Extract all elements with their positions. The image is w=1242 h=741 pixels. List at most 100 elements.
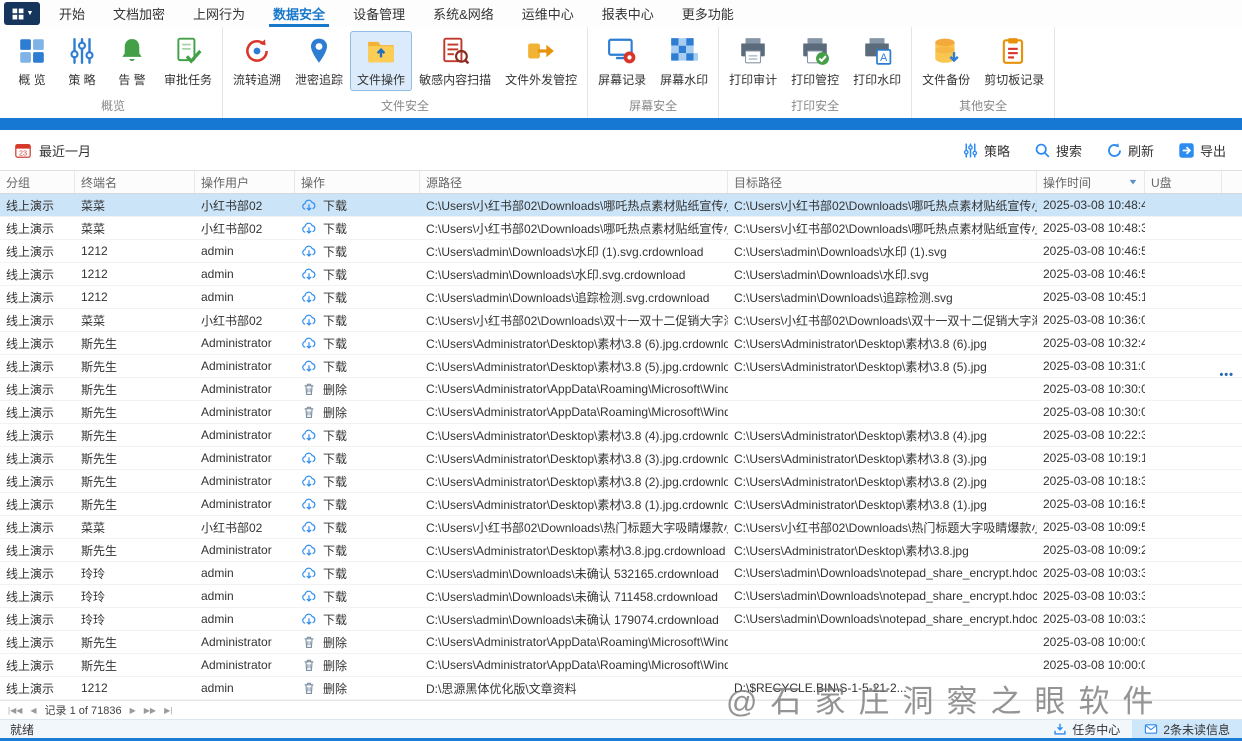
column-header-7[interactable]: U盘 [1145,171,1222,193]
status-ready-label: 就绪 [10,722,35,737]
filter-action-policy[interactable]: 策略 [962,141,1010,160]
table-row[interactable]: 线上演示 斯先生 Administrator 下载 C:\Users\Administr… [0,332,1242,355]
cell-operation: 下载 [295,516,420,538]
ribbon-button-screen-record[interactable]: 屏幕记录 [591,31,653,91]
ribbon-button-approval-tasks[interactable]: 审批任务 [157,31,219,91]
table-row[interactable]: 线上演示 斯先生 Administrator 删除 C:\Users\Administr… [0,654,1242,677]
ribbon-button-outgoing-control[interactable]: 文件外发管控 [498,31,584,91]
table-row[interactable]: 线上演示 玲玲 admin 下载 C:\Users\admin\Downloads\未确… [0,562,1242,585]
tab-web-behavior[interactable]: 上网行为 [179,0,259,27]
column-header-0[interactable]: 分组 [0,171,75,193]
table-row[interactable]: 线上演示 斯先生 Administrator 下载 C:\Users\Administr… [0,424,1242,447]
ribbon-button-file-backup[interactable]: 文件备份 [915,31,977,91]
cell-group: 线上演示 [6,336,55,351]
cell-operation: 删除 [295,378,420,400]
cell-user: 小红书部02 [201,221,263,236]
ribbon-tab-bar: ▼ 开始 文档加密 上网行为 数据安全 设备管理 系统&网络 运维中心 报表中心 更多功能 [0,0,1242,27]
table-row[interactable]: 线上演示 斯先生 Administrator 删除 C:\Users\Administr… [0,378,1242,401]
ribbon-button-flow-trace[interactable]: 流转追溯 [226,31,288,91]
cell-user: Administrator [201,428,272,442]
filter-action-label: 搜索 [1055,143,1082,159]
operation-label: 下载 [323,428,348,443]
download-icon [301,289,317,305]
cell-user: Administrator [201,359,272,373]
task-center-button[interactable]: 任务中心 [1041,720,1132,738]
ribbon-button-sensitive-scan[interactable]: 敏感内容扫描 [412,31,498,91]
column-header-6[interactable]: 操作时间 [1037,171,1145,193]
table-row[interactable]: 线上演示 玲玲 admin 下载 C:\Users\admin\Downloads\未确… [0,608,1242,631]
cell-usb [1145,608,1222,630]
cell-time: 2025-03-08 10:03:30 [1043,612,1145,626]
table-row[interactable]: 线上演示 1212 admin 下载 C:\Users\admin\Downloads\… [0,263,1242,286]
pager-last-button[interactable]: ▶▶ [144,706,156,715]
pager-prev-button[interactable]: ◀ [30,706,36,715]
ribbon-button-policy[interactable]: 策 略 [57,31,107,91]
cell-group: 线上演示 [6,612,55,627]
app-menu-button[interactable]: ▼ [4,2,40,25]
table-row[interactable]: 线上演示 玲玲 admin 下载 C:\Users\admin\Downloads\未确… [0,585,1242,608]
table-row[interactable]: 线上演示 斯先生 Administrator 下载 C:\Users\Administr… [0,493,1242,516]
ribbon-button-overview[interactable]: 概 览 [7,31,57,91]
pager-first-button[interactable]: |◀◀ [8,706,22,715]
table-row[interactable]: 线上演示 菜菜 小红书部02 下载 C:\Users\小红书部02\Downloads\… [0,516,1242,539]
tab-start[interactable]: 开始 [45,0,99,27]
cell-src: C:\Users\admin\Downloads\未确认 179074.crdo… [426,612,719,627]
table-row[interactable]: 线上演示 斯先生 Administrator 下载 C:\Users\Administr… [0,355,1242,378]
column-header-1[interactable]: 终端名 [75,171,195,193]
table-row[interactable]: 线上演示 斯先生 Administrator 下载 C:\Users\Administr… [0,447,1242,470]
ribbon-button-print-audit[interactable]: 打印审计 [722,31,784,91]
column-header-2[interactable]: 操作用户 [195,171,295,193]
tab-ops-center[interactable]: 运维中心 [508,0,588,27]
row-more-button[interactable]: ••• [1219,369,1234,381]
tab-more-features[interactable]: 更多功能 [668,0,748,27]
cell-user: Administrator [201,474,272,488]
cell-usb [1145,286,1222,308]
time-filter-icon[interactable] [1128,177,1138,187]
table-row[interactable]: 线上演示 菜菜 小红书部02 下载 C:\Users\小红书部02\Downloads\… [0,309,1242,332]
filter-action-export[interactable]: 导出 [1178,141,1226,160]
folder-icon [366,36,396,66]
cell-src: C:\Users\小红书部02\Downloads\哪吒热点素材贴纸宣传小红书封… [426,198,728,213]
cell-dst: C:\Users\admin\Downloads\追踪检测.svg [734,290,953,305]
table-row[interactable]: 线上演示 菜菜 小红书部02 下载 C:\Users\小红书部02\Downloads\… [0,217,1242,240]
pager-end-button[interactable]: ▶| [164,706,172,715]
column-header-5[interactable]: 目标路径 [728,171,1037,193]
tab-doc-encrypt[interactable]: 文档加密 [99,0,179,27]
cell-usb [1145,470,1222,492]
ribbon-button-clipboard-record[interactable]: 剪切板记录 [977,31,1051,91]
tab-device-mgmt[interactable]: 设备管理 [339,0,419,27]
grid-icon [17,36,47,66]
operation-label: 下载 [323,359,348,374]
pager-next-button[interactable]: ▶ [130,706,136,715]
cell-dst: C:\Users\Administrator\Desktop\素材\3.8 (2… [734,474,987,489]
table-row[interactable]: 线上演示 1212 admin 删除 D:\思源黑体优化版\文章资料 D:\$RECYCL… [0,677,1242,700]
unread-messages-button[interactable]: 2条未读信息 [1132,720,1242,738]
tab-system-network[interactable]: 系统&网络 [419,0,508,27]
date-range-filter[interactable]: 23 最近一月 [14,141,91,160]
table-row[interactable]: 线上演示 1212 admin 下载 C:\Users\admin\Downloads\… [0,240,1242,263]
table-row[interactable]: 线上演示 菜菜 小红书部02 下载 C:\Users\小红书部02\Downloads\… [0,194,1242,217]
ribbon-button-screen-watermark[interactable]: 屏幕水印 [653,31,715,91]
column-header-4[interactable]: 源路径 [420,171,728,193]
table-row[interactable]: 线上演示 斯先生 Administrator 下载 C:\Users\Administr… [0,539,1242,562]
ribbon-button-alerts[interactable]: 告 警 [107,31,157,91]
table-row[interactable]: 线上演示 斯先生 Administrator 下载 C:\Users\Administr… [0,470,1242,493]
table-row[interactable]: 线上演示 1212 admin 下载 C:\Users\admin\Downloads\… [0,286,1242,309]
column-header-3[interactable]: 操作 [295,171,420,193]
cell-src: C:\Users\admin\Downloads\追踪检测.svg.crdown… [426,290,710,305]
ribbon-button-print-watermark[interactable]: A 打印水印 [846,31,908,91]
tab-report-center[interactable]: 报表中心 [588,0,668,27]
filter-action-refresh[interactable]: 刷新 [1106,141,1154,160]
tab-data-security[interactable]: 数据安全 [259,0,339,27]
status-bar: 就绪 任务中心 2条未读信息 [0,719,1242,738]
table-row[interactable]: 线上演示 斯先生 Administrator 删除 C:\Users\Administr… [0,401,1242,424]
cell-user: admin [201,267,234,281]
ribbon-button-leak-tracking[interactable]: 泄密追踪 [288,31,350,91]
svg-text:A: A [880,52,888,64]
ribbon-button-print-control[interactable]: 打印管控 [784,31,846,91]
filter-action-search[interactable]: 搜索 [1034,141,1082,160]
cell-group: 线上演示 [6,520,55,535]
table-row[interactable]: 线上演示 斯先生 Administrator 删除 C:\Users\Administr… [0,631,1242,654]
ribbon-button-file-operations[interactable]: 文件操作 [350,31,413,91]
cell-time: 2025-03-08 10:32:44 [1043,336,1145,350]
